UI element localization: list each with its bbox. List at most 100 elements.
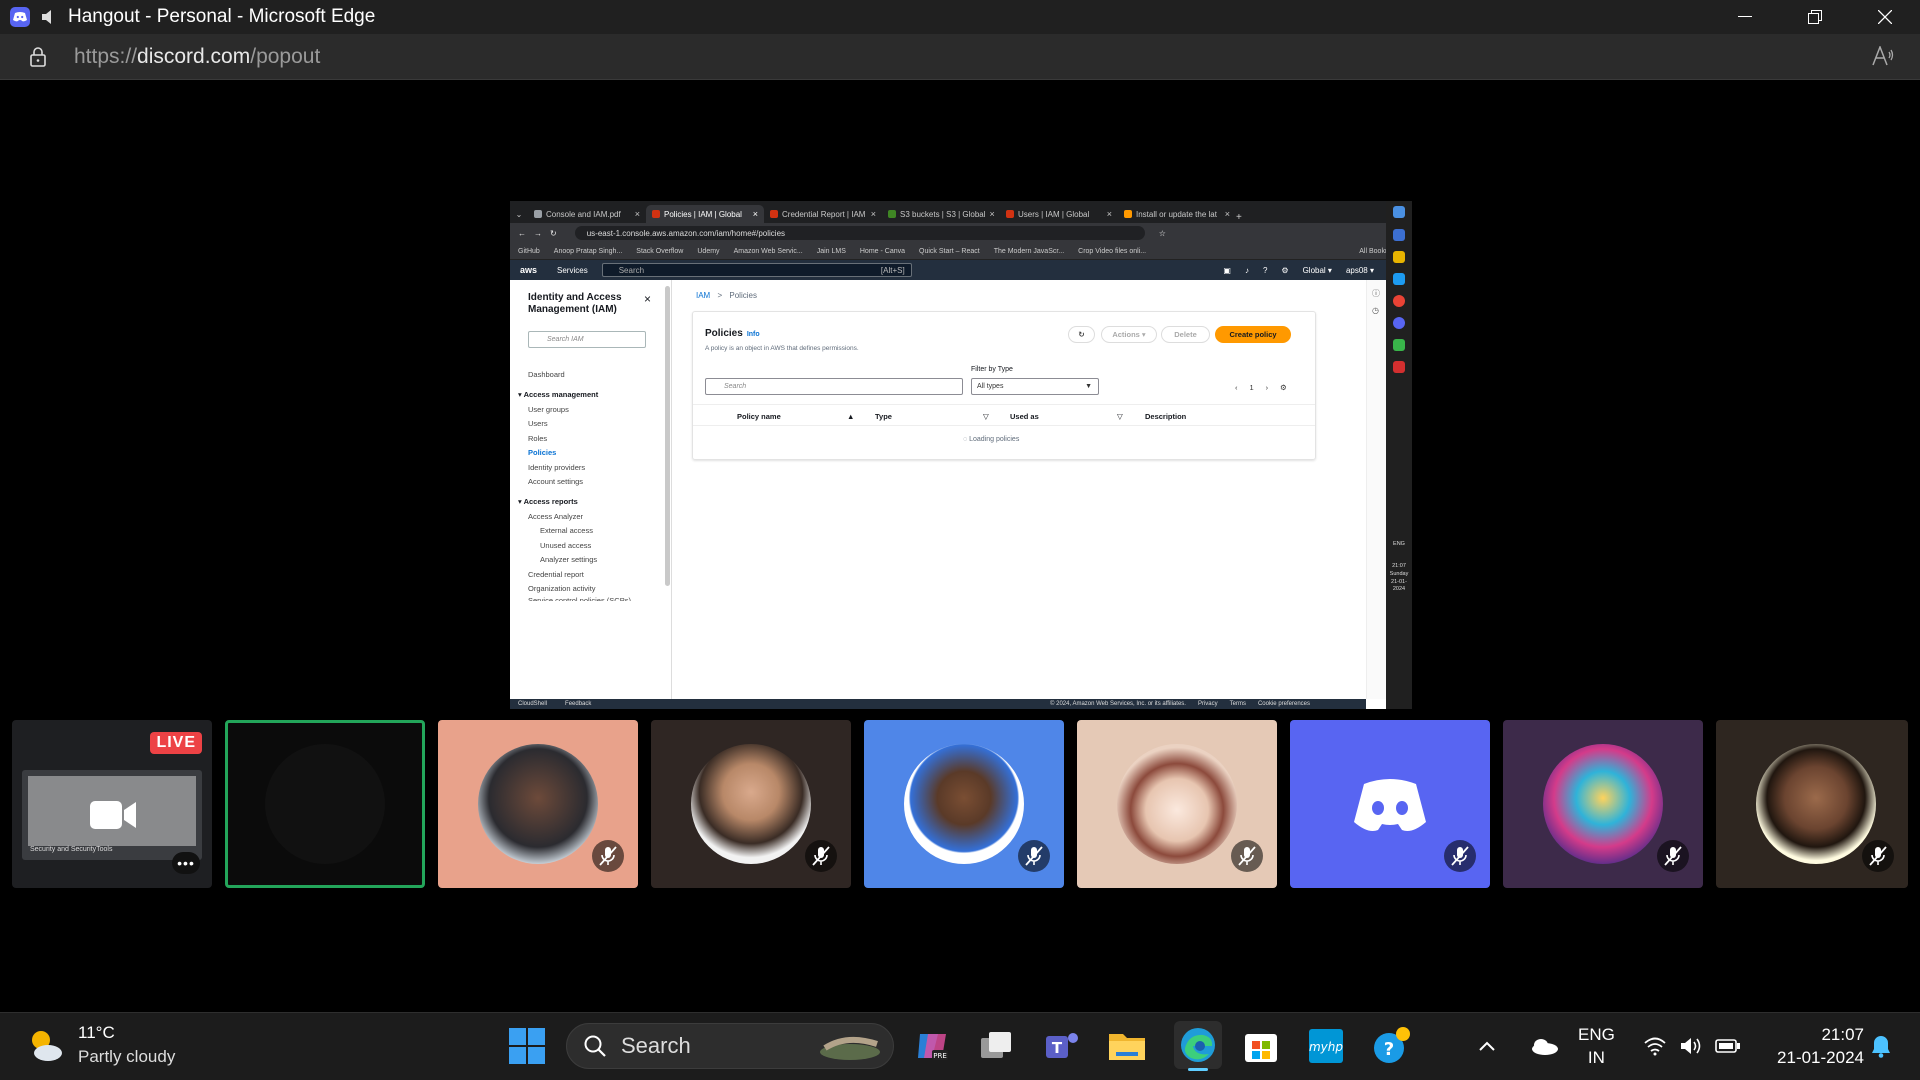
- nav-account-settings[interactable]: Account settings: [528, 477, 583, 486]
- col-description[interactable]: Description: [1145, 412, 1186, 421]
- delete-button[interactable]: Delete: [1161, 326, 1210, 343]
- bookmark[interactable]: Crop Video files onli...: [1078, 248, 1146, 255]
- sort-icon[interactable]: ▽: [1117, 412, 1123, 421]
- settings-icon[interactable]: ⚙: [1280, 383, 1287, 392]
- lock-icon[interactable]: [30, 46, 46, 67]
- browser-tab[interactable]: Users | IAM | Global ×: [1000, 205, 1118, 223]
- browser-tab-active[interactable]: Policies | IAM | Global ×: [646, 205, 764, 223]
- bell-icon[interactable]: ♪: [1245, 266, 1249, 275]
- new-tab-button[interactable]: +: [1236, 212, 1250, 223]
- more-options-button[interactable]: •••: [172, 852, 200, 874]
- aws-search-input[interactable]: Search [Alt+S]: [601, 263, 912, 277]
- page-number[interactable]: 1: [1250, 383, 1254, 392]
- info-link[interactable]: Info: [747, 331, 760, 338]
- get-help-icon[interactable]: ?: [1372, 1026, 1412, 1066]
- nav-access-reports[interactable]: ▾ Access reports: [518, 497, 578, 506]
- language-indicator[interactable]: ENG IN: [1578, 1023, 1615, 1069]
- nav-roles[interactable]: Roles: [528, 434, 547, 443]
- participant-tile[interactable]: [1290, 720, 1490, 888]
- policy-search-input[interactable]: Search: [705, 378, 963, 395]
- terms-link[interactable]: Terms: [1230, 701, 1246, 707]
- bookmark[interactable]: Udemy: [697, 248, 719, 255]
- bookmark[interactable]: Stack Overflow: [636, 248, 683, 255]
- forward-icon[interactable]: →: [534, 229, 542, 238]
- sort-icon[interactable]: ▽: [983, 412, 989, 421]
- cookie-preferences-link[interactable]: Cookie preferences: [1258, 701, 1310, 707]
- volume-icon[interactable]: [1676, 1026, 1706, 1066]
- read-aloud-icon[interactable]: [1872, 46, 1894, 66]
- participant-tile-speaking[interactable]: [225, 720, 425, 888]
- breadcrumb-iam[interactable]: IAM: [696, 291, 710, 300]
- minimize-button[interactable]: [1710, 0, 1780, 34]
- notification-bell-icon[interactable]: [1866, 1026, 1896, 1066]
- edge-taskbar-icon[interactable]: [1174, 1021, 1222, 1071]
- browser-url-input[interactable]: us-east-1.console.aws.amazon.com/iam/hom…: [574, 226, 1145, 240]
- show-hidden-icons-chevron-up-icon[interactable]: [1472, 1026, 1502, 1066]
- teams-icon[interactable]: T: [1042, 1026, 1082, 1066]
- weather-widget[interactable]: 11°C Partly cloudy: [26, 1023, 175, 1067]
- nav-credential-report[interactable]: Credential report: [528, 570, 584, 579]
- create-policy-button[interactable]: Create policy: [1215, 326, 1291, 343]
- feedback-link[interactable]: Feedback: [565, 701, 591, 707]
- clock-icon[interactable]: ◷: [1372, 306, 1379, 315]
- bookmark[interactable]: Amazon Web Servic...: [734, 248, 803, 255]
- prev-page-icon[interactable]: ‹: [1235, 383, 1238, 392]
- help-icon[interactable]: ?: [1263, 266, 1267, 275]
- nav-users[interactable]: Users: [528, 419, 548, 428]
- nav-policies[interactable]: Policies: [528, 448, 556, 457]
- reload-icon[interactable]: ↻: [550, 229, 557, 238]
- nav-user-groups[interactable]: User groups: [528, 405, 569, 414]
- nav-identity-providers[interactable]: Identity providers: [528, 463, 585, 472]
- bookmark[interactable]: Home - Canva: [860, 248, 905, 255]
- url-text[interactable]: https://discord.com/popout: [74, 45, 320, 69]
- back-icon[interactable]: ←: [518, 229, 526, 238]
- nav-scp[interactable]: Service control policies (SCPs): [528, 596, 631, 601]
- participant-tile[interactable]: [1503, 720, 1703, 888]
- next-page-icon[interactable]: ›: [1266, 383, 1269, 392]
- privacy-link[interactable]: Privacy: [1198, 701, 1218, 707]
- stream-preview-tile[interactable]: Security and SecurityTools LIVE •••: [12, 720, 212, 888]
- file-explorer-icon[interactable]: [1107, 1026, 1147, 1066]
- search-iam-input[interactable]: Search IAM: [528, 331, 646, 348]
- bookmark-star-icon[interactable]: ☆: [1159, 229, 1166, 238]
- info-icon[interactable]: ⓘ: [1372, 288, 1380, 299]
- browser-tab[interactable]: Console and IAM.pdf ×: [528, 205, 646, 223]
- participant-tile[interactable]: [651, 720, 851, 888]
- myhp-icon[interactable]: myhp: [1306, 1026, 1346, 1066]
- nav-unused-access[interactable]: Unused access: [540, 541, 591, 550]
- gear-icon[interactable]: ⚙: [1281, 266, 1288, 275]
- participant-tile[interactable]: [438, 720, 638, 888]
- participant-tile[interactable]: [1077, 720, 1277, 888]
- refresh-button[interactable]: ↻: [1068, 326, 1095, 343]
- participant-tile[interactable]: [864, 720, 1064, 888]
- nav-analyzer-settings[interactable]: Analyzer settings: [540, 555, 597, 564]
- account-menu[interactable]: aps08 ▾: [1346, 266, 1374, 275]
- taskbar-search[interactable]: Search: [566, 1023, 894, 1069]
- close-icon[interactable]: ×: [644, 292, 651, 306]
- battery-icon[interactable]: [1712, 1026, 1744, 1066]
- microsoft-store-icon[interactable]: [1241, 1026, 1281, 1066]
- screen-share-stream[interactable]: ⌄ Console and IAM.pdf × Policies | IAM | …: [510, 201, 1412, 709]
- cloudshell-link[interactable]: CloudShell: [518, 701, 547, 707]
- nav-external-access[interactable]: External access: [540, 526, 593, 535]
- nav-access-management[interactable]: ▾ Access management: [518, 390, 598, 399]
- services-menu[interactable]: Services: [557, 266, 588, 275]
- nav-dashboard[interactable]: Dashboard: [528, 370, 565, 379]
- tab-search-icon[interactable]: ⌄: [510, 205, 528, 223]
- bookmark[interactable]: Anoop Pratap Singh...: [554, 248, 623, 255]
- col-policy-name[interactable]: Policy name: [737, 412, 781, 421]
- wifi-icon[interactable]: [1640, 1026, 1670, 1066]
- col-type[interactable]: Type: [875, 412, 892, 421]
- browser-tab[interactable]: S3 buckets | S3 | Global ×: [882, 205, 1000, 223]
- bookmark[interactable]: The Modern JavaScr...: [994, 248, 1064, 255]
- copilot-icon[interactable]: PRE: [912, 1026, 952, 1066]
- start-button[interactable]: [507, 1026, 547, 1066]
- sidenav-scrollbar[interactable]: [665, 286, 670, 586]
- bookmark[interactable]: Jain LMS: [817, 248, 846, 255]
- restore-button[interactable]: [1780, 0, 1850, 34]
- actions-button[interactable]: Actions ▾: [1101, 326, 1157, 343]
- nav-organization-activity[interactable]: Organization activity: [528, 584, 596, 593]
- region-selector[interactable]: Global ▾: [1303, 266, 1332, 275]
- browser-tab[interactable]: Credential Report | IAM ×: [764, 205, 882, 223]
- bookmark[interactable]: GitHub: [518, 248, 540, 255]
